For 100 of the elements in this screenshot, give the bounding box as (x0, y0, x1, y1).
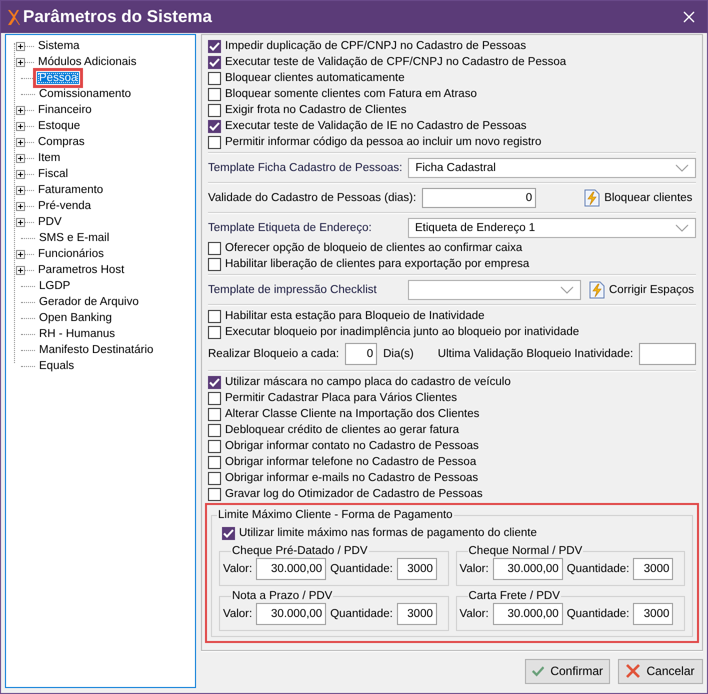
checkbox-label: Permitir informar código da pessoa ao incluir um novo registro (225, 136, 542, 148)
checkbox-label: Oferecer opção de bloqueio de clientes ao confirmar caixa (225, 242, 522, 254)
quantity-field[interactable]: 3000 (396, 558, 437, 580)
checkbox-label: Bloquear clientes automaticamente (225, 72, 405, 84)
dropdown-caret-icon (675, 224, 689, 232)
field-label: Quantidade: (566, 608, 630, 620)
dropdown-field[interactable]: Etiqueta de Endereço 1 (408, 218, 696, 238)
tree-item[interactable]: Pré-venda (36, 200, 94, 212)
checkbox-label: Habilitar liberação de clientes para exportação por empresa (225, 258, 530, 270)
tree-item[interactable]: Funcionários (36, 248, 106, 260)
checkbox[interactable] (208, 72, 221, 84)
tree-item[interactable]: Compras (36, 136, 87, 148)
checkbox[interactable] (208, 136, 221, 148)
checkbox[interactable] (208, 392, 221, 404)
tree-item[interactable]: Parametros Host (36, 264, 126, 276)
tree-item[interactable]: RH - Humanus (37, 328, 118, 340)
field-label: Ultima Validação Bloqueio Inatividade: (438, 348, 634, 360)
expand-icon[interactable] (16, 138, 25, 146)
group-title: Cheque Pré-Datado / PDV (231, 545, 369, 557)
expand-icon[interactable] (16, 186, 25, 194)
tree-item[interactable]: Fiscal (36, 168, 70, 180)
checkbox[interactable] (208, 40, 221, 52)
group-title: Nota a Prazo / PDV (231, 590, 334, 602)
expand-icon[interactable] (16, 122, 25, 130)
confirm-button[interactable]: Confirmar (525, 658, 610, 684)
tree-item[interactable]: LGDP (37, 280, 72, 292)
field-label: Realizar Bloqueio a cada: (208, 348, 340, 360)
expand-icon[interactable] (16, 202, 25, 210)
expand-icon[interactable] (16, 42, 25, 50)
checkbox[interactable] (208, 440, 221, 452)
checkbox[interactable] (208, 104, 221, 116)
field-label: Quantidade: (330, 563, 393, 575)
block-clients-button[interactable]: Bloquear clientes (582, 189, 694, 207)
checkbox[interactable] (208, 376, 221, 388)
tree-item[interactable]: SMS e E-mail (37, 232, 112, 244)
checkbox[interactable] (208, 88, 221, 100)
tree-item[interactable]: Gerador de Arquivo (37, 296, 141, 308)
fix-spaces-button[interactable]: Corrigir Espaços (587, 281, 696, 299)
checkbox-label: Obrigar informar contato no Cadastro de Pessoas (225, 440, 479, 452)
checkbox[interactable] (208, 488, 221, 500)
date-field[interactable] (639, 343, 696, 365)
amount-field[interactable]: 30.000,00 (256, 603, 326, 625)
quantity-field[interactable]: 3000 (633, 603, 674, 625)
tree-item[interactable]: Financeiro (36, 104, 94, 116)
checkbox[interactable] (208, 242, 221, 254)
checkbox-label: Debloquear crédito de clientes ao gerar fatura (225, 424, 459, 436)
dropdown-field[interactable] (408, 280, 581, 300)
tree-item[interactable]: Manifesto Destinatário (37, 344, 156, 356)
tree-item[interactable]: Item (36, 152, 62, 164)
number-field[interactable]: 0 (422, 188, 536, 208)
dropdown-caret-icon (675, 164, 689, 172)
tree-item[interactable]: Pessoa (37, 72, 80, 84)
checkbox[interactable] (208, 408, 221, 420)
checkbox-label: Alterar Classe Cliente na Importação dos Clientes (225, 408, 480, 420)
tree-item[interactable]: Sistema (36, 40, 82, 52)
field-label: Template Ficha Cadastro de Pessoas: (208, 162, 402, 174)
tree-item[interactable]: Estoque (36, 120, 82, 132)
expand-icon[interactable] (16, 154, 25, 162)
expand-icon[interactable] (16, 266, 25, 274)
checkbox[interactable] (208, 310, 221, 322)
checkbox-label: Utilizar limite máximo nas formas de pagamento do cliente (239, 527, 537, 539)
quantity-field[interactable]: 3000 (396, 603, 437, 625)
checkbox[interactable] (208, 326, 221, 338)
checkmark-icon (532, 664, 544, 678)
tree-item[interactable]: Equals (37, 360, 76, 372)
checkbox[interactable] (222, 526, 235, 540)
field-label: Valor: (460, 608, 489, 620)
expand-icon[interactable] (16, 106, 25, 114)
expand-icon[interactable] (16, 218, 25, 226)
number-field[interactable]: 0 (345, 343, 378, 365)
cancel-button[interactable]: Cancelar (618, 658, 703, 684)
checkbox[interactable] (208, 56, 221, 68)
tree-item[interactable]: Comissionamento (37, 88, 134, 100)
tree-item[interactable]: Módulos Adicionais (36, 56, 138, 68)
expand-icon[interactable] (16, 170, 25, 178)
checkbox-label: Executar bloqueio por inadimplência junto ao bloqueio por inatividade (225, 326, 580, 338)
expand-icon[interactable] (16, 58, 25, 66)
checkbox[interactable] (208, 456, 221, 468)
amount-field[interactable]: 30.000,00 (492, 603, 563, 625)
dropdown-field[interactable]: Ficha Cadastral (408, 158, 696, 178)
checkbox-label: Utilizar máscara no campo placa do cadastro de veículo (225, 376, 511, 388)
checkbox[interactable] (208, 120, 221, 132)
tree-item[interactable]: PDV (36, 216, 64, 228)
field-label: Quantidade: (330, 608, 393, 620)
field-label: Quantidade: (566, 563, 630, 575)
checkbox-label: Exigir frota no Cadastro de Clientes (225, 104, 407, 116)
quantity-field[interactable]: 3000 (633, 558, 674, 580)
document-lightning-icon (589, 281, 605, 299)
amount-field[interactable]: 30.000,00 (256, 558, 326, 580)
tree-item[interactable]: Faturamento (36, 184, 106, 196)
close-icon (626, 664, 640, 678)
checkbox[interactable] (208, 472, 221, 484)
unit-label: Dia(s) (383, 348, 414, 360)
dropdown-caret-icon (560, 286, 574, 294)
checkbox[interactable] (208, 424, 221, 436)
checkbox[interactable] (208, 258, 221, 270)
expand-icon[interactable] (16, 250, 25, 258)
field-label: Validade do Cadastro de Pessoas (dias): (208, 192, 416, 204)
amount-field[interactable]: 30.000,00 (492, 558, 563, 580)
tree-item[interactable]: Open Banking (37, 312, 114, 324)
